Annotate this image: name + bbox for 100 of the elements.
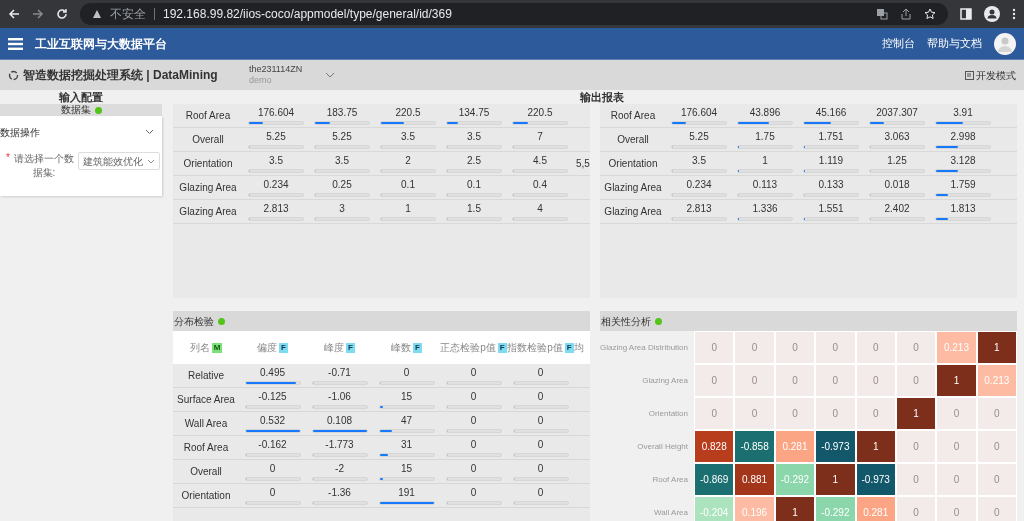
table-cell: 5.25 [689, 130, 709, 142]
column-header: 峰度 [324, 341, 345, 355]
table-cell: 220.5 [395, 106, 421, 118]
heatmap-cell: 0.281 [855, 496, 896, 521]
row-label: Glazing Area Distribution [600, 341, 689, 354]
heatmap-cell: 0.281 [774, 430, 816, 463]
translate-icon [876, 8, 888, 20]
heatmap-cell: 0 [895, 430, 937, 463]
star-icon[interactable] [924, 8, 936, 20]
table-cell: 2.5 [467, 154, 481, 166]
table-cell: -2 [335, 462, 344, 474]
table-cell: 0 [403, 366, 410, 378]
table-cell: 5.25 [266, 130, 286, 142]
heatmap-cell: 0 [734, 397, 775, 430]
table-cell: -0.162 [258, 438, 287, 450]
profile-icon[interactable] [984, 6, 1000, 22]
table-cell: 3.128 [950, 154, 976, 166]
table-cell: 1.813 [950, 202, 976, 214]
heatmap-cell: 0 [895, 364, 937, 397]
table-cell: 1.759 [950, 178, 976, 190]
table-cell: 0.234 [263, 178, 289, 190]
heatmap-cell: 0 [694, 364, 735, 397]
heatmap-cell: 1 [815, 463, 856, 496]
heatmap-cell: 1 [855, 430, 896, 463]
panel-title: 输出报表 [580, 90, 624, 104]
heatmap-cell: 1 [774, 496, 816, 521]
share-icon[interactable] [900, 8, 912, 20]
row-label: Relative [186, 369, 226, 383]
type-badge: F [346, 342, 355, 353]
table-cell: 15 [400, 462, 413, 474]
table-cell: 2.813 [686, 202, 712, 214]
table-cell: 1.119 [818, 154, 844, 166]
heatmap-cell: 0 [815, 364, 856, 397]
table-cell: 3.5 [269, 154, 283, 166]
heatmap-cell: -0.858 [734, 430, 775, 463]
table-cell: 0.25 [332, 178, 352, 190]
back-icon[interactable] [8, 8, 20, 20]
avatar-icon[interactable] [994, 32, 1016, 55]
table-cell: 0.018 [884, 178, 910, 190]
table-cell: 1.75 [755, 130, 775, 142]
reload-icon[interactable] [56, 8, 68, 20]
table-cell: 4 [537, 202, 543, 214]
heatmap-cell: 0 [936, 496, 977, 521]
table-cell: -1.36 [328, 486, 351, 498]
address-bar[interactable]: 不安全 192.168.99.82/iios-coco/appmodel/type/general/id/369 [80, 3, 948, 25]
sidebar-icon[interactable] [960, 8, 972, 20]
menu-icon[interactable] [8, 37, 23, 50]
table-cell: 0 [470, 438, 477, 450]
table-cell: 31 [400, 438, 413, 450]
type-badge: F [413, 342, 422, 353]
table-cell: 183.75 [326, 106, 358, 118]
heatmap-cell: 0 [815, 331, 856, 364]
table-cell: 3 [339, 202, 345, 214]
table-cell: 3.91 [953, 106, 973, 118]
row-label: Wall Area [183, 417, 229, 431]
table-cell: 0 [537, 366, 544, 378]
more-icon[interactable] [1012, 8, 1016, 20]
heatmap-cell: -0.204 [694, 496, 735, 521]
dataset-select[interactable]: 建筑能效优化 [77, 152, 160, 170]
table-cell: 2.998 [950, 130, 976, 142]
row-label: Glazing Area [178, 181, 238, 195]
table-cell: 0 [537, 438, 544, 450]
table-cell: 0.108 [327, 414, 352, 426]
row-label: Glazing Area [178, 205, 238, 219]
table-cell: 0.1 [467, 178, 481, 190]
row-label: Roof Area [182, 441, 230, 455]
table-cell: 0.495 [260, 366, 285, 378]
table-cell: 0 [537, 414, 544, 426]
table-cell: -1.06 [328, 390, 351, 402]
panel-icon [965, 70, 974, 80]
header-link[interactable]: 控制台 [882, 35, 915, 52]
table-cell: 2.402 [884, 202, 910, 214]
header-link[interactable]: 帮助与文档 [927, 35, 982, 52]
forward-icon[interactable] [32, 8, 44, 20]
heatmap-cell: 0 [976, 430, 1017, 463]
type-badge: F [564, 342, 574, 353]
table-cell: 45.166 [815, 106, 847, 118]
table-cell: 0 [470, 486, 477, 498]
row-label: Wall Area [653, 506, 689, 519]
table-cell: 3.063 [884, 130, 910, 142]
table-cell: 0.532 [260, 414, 285, 426]
chevron-down-icon [145, 129, 154, 135]
heatmap-cell: -0.973 [855, 463, 896, 496]
panel-title: 相关性分析 [601, 314, 651, 329]
operation-dropdown[interactable]: 数据操作 [0, 124, 162, 140]
dev-mode-button[interactable]: 开发模式 [965, 67, 1016, 83]
table-cell: -1.773 [325, 438, 354, 450]
row-label: Orientation [647, 407, 689, 420]
table-cell: 176.604 [257, 106, 295, 118]
chevron-down-icon [146, 158, 155, 164]
column-header: 指数检验p值 [507, 341, 563, 355]
row-label: Roof Area [184, 109, 232, 123]
table-cell: 5.25 [332, 130, 352, 142]
row-label: Glazing Area [603, 181, 663, 195]
heatmap-cell: 0.196 [734, 496, 775, 521]
heatmap-cell: 0.213 [976, 364, 1017, 397]
chevron-down-icon[interactable] [325, 72, 335, 78]
heatmap-cell: 0 [976, 496, 1017, 521]
heatmap-cell: 1 [936, 364, 977, 397]
heatmap-cell: 0.828 [694, 430, 735, 463]
